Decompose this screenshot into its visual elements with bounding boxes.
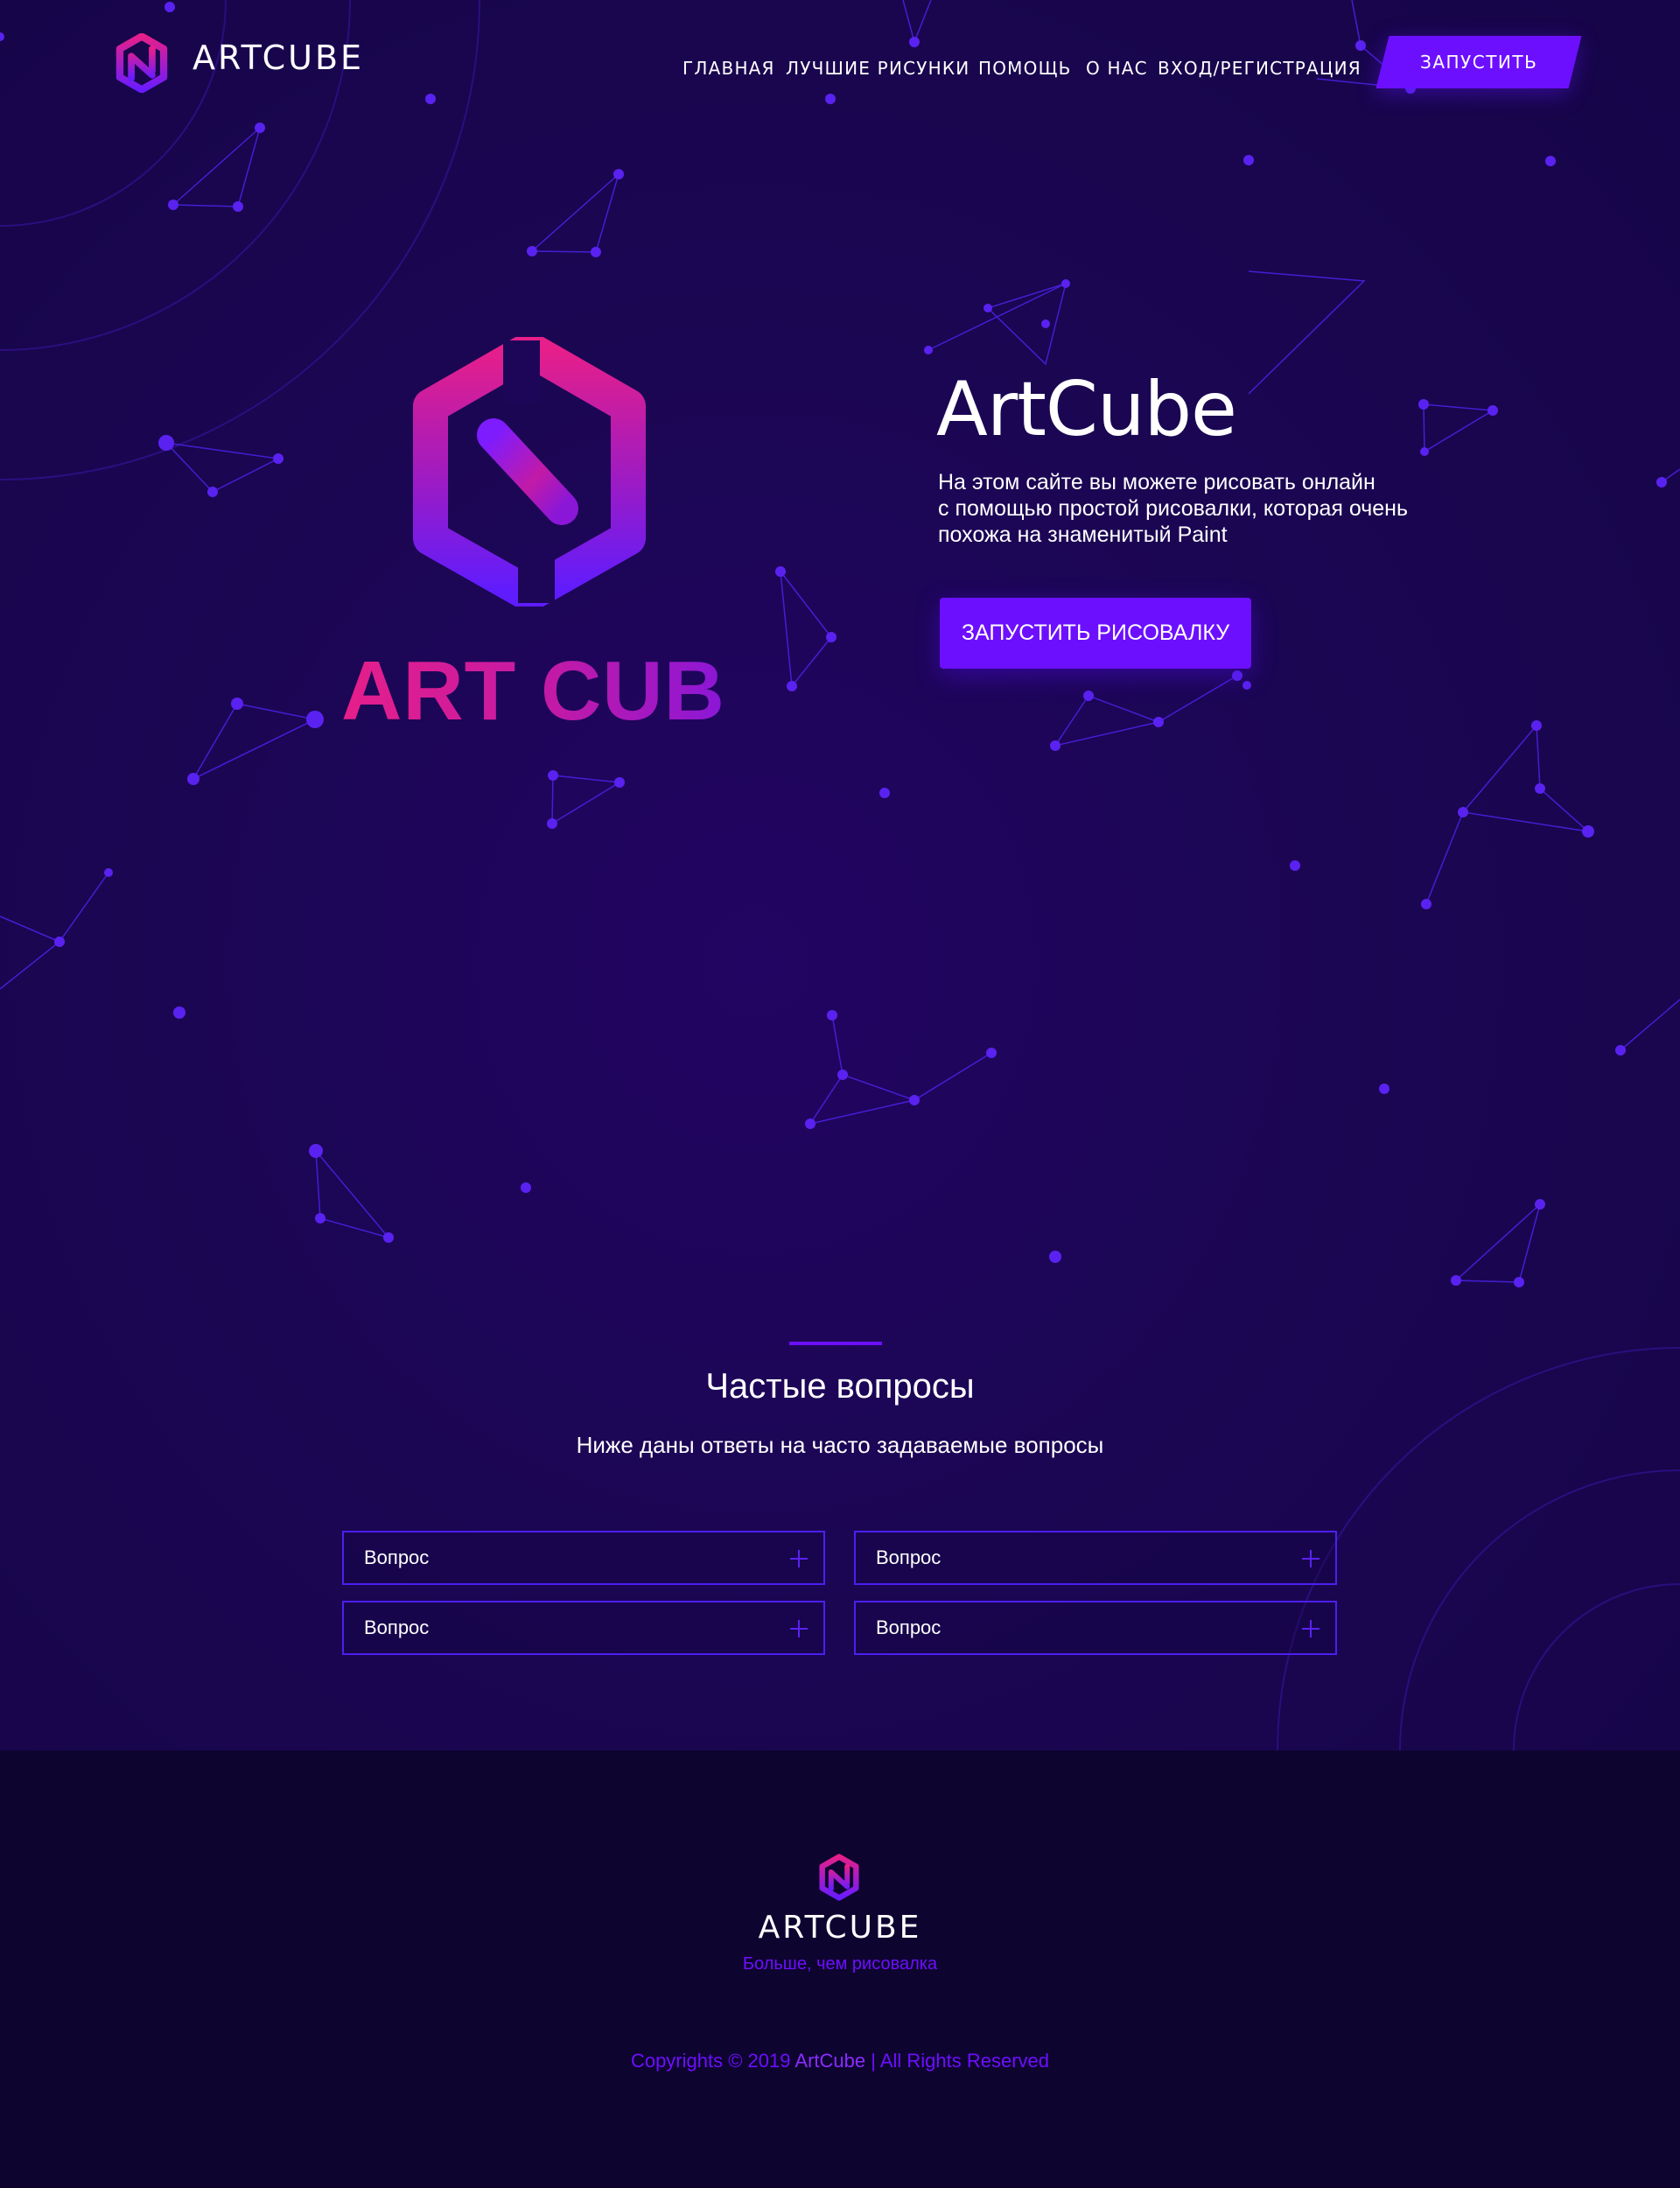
hero-description: На этом сайте вы можете рисовать онлайн … [938, 469, 1463, 548]
hero-logo-icon [413, 337, 646, 607]
plus-icon[interactable] [1302, 1620, 1320, 1637]
faq-item[interactable]: Вопрос [854, 1601, 1337, 1655]
copyright: Copyrights © 2019 ArtCube | All Rights R… [0, 2050, 1680, 2072]
launch-button[interactable]: ЗАПУСТИТЬ [1376, 36, 1582, 88]
constellation-background [0, 0, 1680, 1750]
nav-item-home[interactable]: ГЛАВНАЯ [682, 58, 775, 79]
brand-name[interactable]: ARTCUBE [192, 39, 364, 77]
plus-icon[interactable] [790, 1620, 808, 1637]
nav-item-login[interactable]: ВХОД/РЕГИСТРАЦИЯ [1158, 58, 1362, 79]
faq-title: Частые вопросы [705, 1367, 975, 1406]
launch-painter-button[interactable]: ЗАПУСТИТЬ РИСОВАЛКУ [940, 598, 1251, 669]
faq-question: Вопрос [876, 1616, 942, 1638]
hero-description-line: На этом сайте вы можете рисовать онлайн [938, 470, 1376, 494]
faq-question: Вопрос [364, 1546, 430, 1568]
plus-icon[interactable] [1302, 1550, 1320, 1567]
footer-logo-icon [819, 1854, 859, 1901]
section-divider [789, 1342, 882, 1345]
faq-question: Вопрос [364, 1616, 430, 1638]
faq-question: Вопрос [876, 1546, 942, 1568]
nav-item-about[interactable]: О НАС [1086, 58, 1148, 79]
faq-subtitle: Ниже даны ответы на часто задаваемые воп… [576, 1432, 1104, 1458]
faq-item[interactable]: Вопрос [342, 1531, 825, 1585]
footer-tagline: Больше, чем рисовалка [742, 1954, 938, 1974]
hero-description-line: похожа на знаменитый Paint [938, 522, 1228, 547]
hero-section: ARTCUBE ГЛАВНАЯ ЛУЧШИЕ РИСУНКИ ПОМОЩЬ О … [0, 0, 1680, 1750]
logo-icon[interactable] [116, 33, 168, 93]
launch-button-label: ЗАПУСТИТЬ [1419, 52, 1538, 73]
nav-item-help[interactable]: ПОМОЩЬ [978, 58, 1072, 79]
hero-title: ArtCube [936, 366, 1237, 453]
hero-description-line: с помощью простой рисовалки, которая оче… [938, 496, 1408, 521]
copyright-brand-link[interactable]: ArtCube [794, 2050, 865, 2072]
footer-brand-name: ARTCUBE [758, 1910, 922, 1946]
copyright-prefix: Copyrights © 2019 [630, 2050, 795, 2072]
faq-item[interactable]: Вопрос [854, 1531, 1337, 1585]
hero-logo-word: ART CUBE [341, 644, 782, 738]
faq-item[interactable]: Вопрос [342, 1601, 825, 1655]
plus-icon[interactable] [790, 1550, 808, 1567]
nav-item-best-drawings[interactable]: ЛУЧШИЕ РИСУНКИ [786, 58, 970, 79]
copyright-suffix: | All Rights Reserved [865, 2050, 1050, 2072]
